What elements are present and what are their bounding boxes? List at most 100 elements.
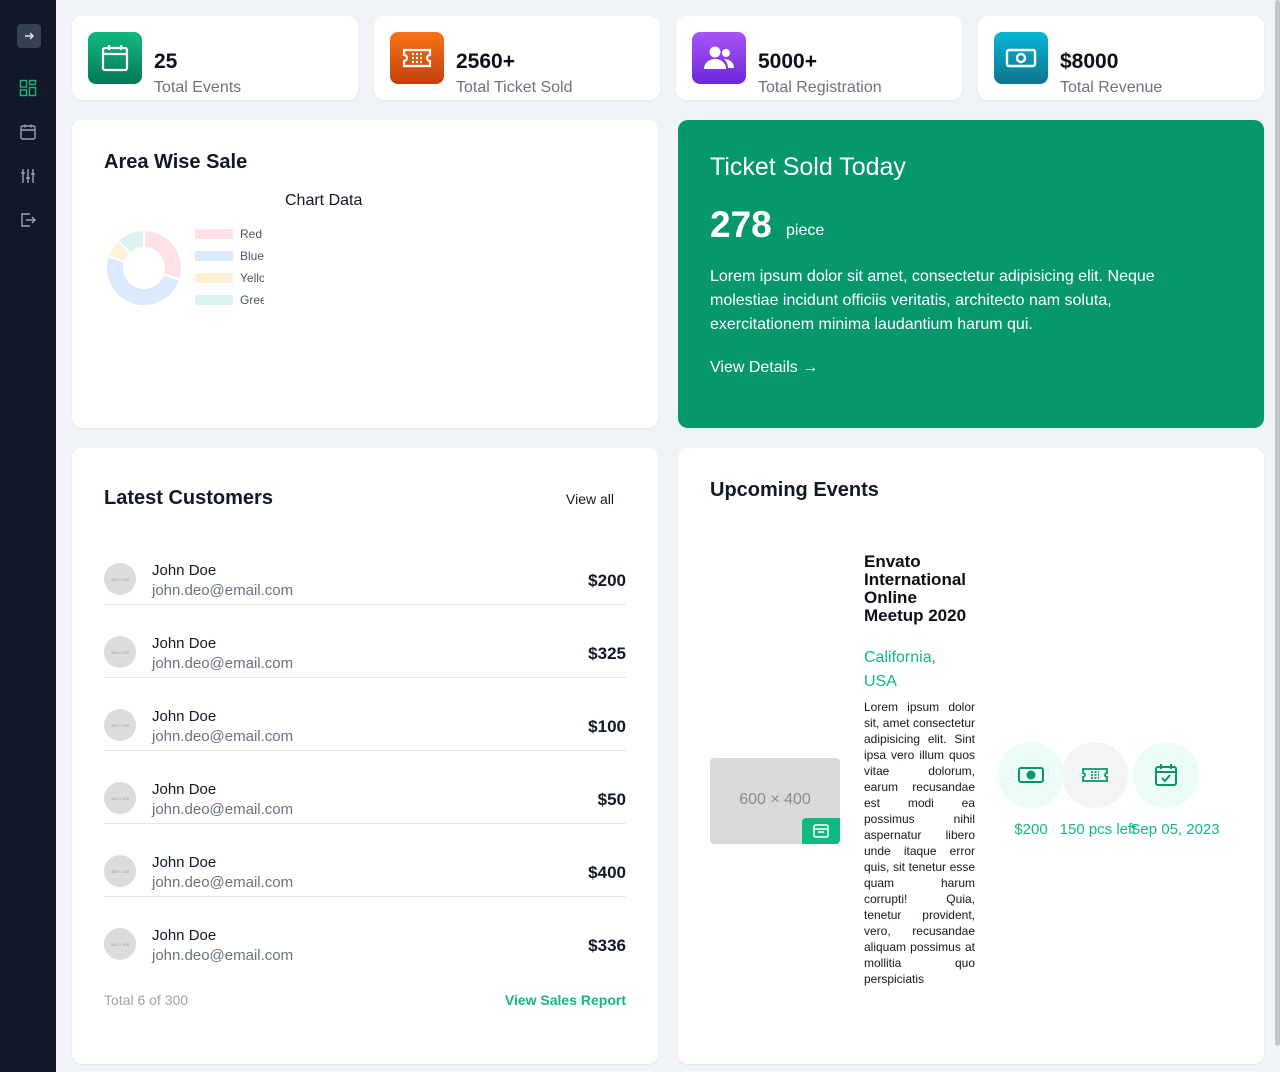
- sidebar-toggle-button[interactable]: [17, 24, 41, 48]
- legend-label: Yellow: [240, 271, 264, 285]
- customer-email: john.deo@email.com: [152, 582, 294, 599]
- calendar-check-icon: [1155, 764, 1177, 786]
- calendar-icon: [20, 124, 36, 140]
- legend-label: Green: [240, 293, 264, 307]
- customer-name: John Doe: [152, 708, 217, 725]
- stat-icon-box: [692, 32, 746, 84]
- calendar-icon: [813, 824, 829, 838]
- stat-value: 25: [154, 50, 178, 73]
- money-icon: [1018, 767, 1044, 783]
- latest-customers-title: Latest Customers: [104, 487, 273, 509]
- event-description: Lorem ipsum dolor sit, amet consectetur …: [864, 700, 975, 986]
- legend-item-blue[interactable]: Blue: [195, 249, 264, 263]
- donut-chart[interactable]: [104, 228, 184, 308]
- customer-name: John Doe: [152, 635, 217, 652]
- ticket-icon: [402, 48, 432, 68]
- pie-slice-red[interactable]: [143, 228, 183, 282]
- ticket-icon: [1082, 768, 1108, 782]
- today-title: Ticket Sold Today: [710, 153, 906, 181]
- avatar: 100 × 100: [104, 855, 136, 887]
- sliders-icon: [21, 169, 35, 183]
- avatar: 100 × 100: [104, 636, 136, 668]
- stat-label: Total Events: [154, 79, 242, 96]
- customer-name: John Doe: [152, 781, 217, 798]
- customer-row[interactable]: 100 × 100 John Doe john.deo@email.com $4…: [104, 824, 626, 897]
- event-date: Sep 05, 2023: [1130, 821, 1220, 838]
- stat-icon-box: [88, 32, 142, 84]
- calendar-icon: [101, 45, 129, 72]
- stat-value: 5000+: [758, 50, 817, 73]
- view-details-link[interactable]: View Details →: [710, 359, 818, 377]
- customer-amount: $400: [588, 863, 626, 882]
- chart-title: Chart Data: [285, 192, 363, 209]
- price-icon-circle: [998, 742, 1064, 808]
- customer-row[interactable]: 100 × 100 John Doe john.deo@email.com $5…: [104, 751, 626, 824]
- legend-swatch: [195, 273, 233, 283]
- event-location: California, USA: [864, 649, 937, 690]
- stat-value: $8000: [1060, 50, 1119, 73]
- legend-swatch: [195, 295, 233, 305]
- customer-row[interactable]: 100 × 100 John Doe john.deo@email.com $2…: [104, 532, 626, 605]
- stat-card-events: 25 Total Events: [72, 16, 358, 100]
- stat-value: 2560+: [456, 50, 515, 73]
- legend-item-red[interactable]: Red: [195, 227, 264, 241]
- view-sales-report-link[interactable]: View Sales Report: [505, 992, 626, 1008]
- customer-email: john.deo@email.com: [152, 655, 294, 672]
- customer-email: john.deo@email.com: [152, 801, 294, 818]
- avatar: 100 × 100: [104, 709, 136, 741]
- legend-item-green[interactable]: Green: [195, 293, 264, 307]
- event-title[interactable]: Envato International Online Meetup 2020: [864, 553, 976, 625]
- area-wise-sale-card: Area Wise Sale Chart Data Red Blue Yello…: [72, 120, 658, 428]
- stat-label: Total Ticket Sold: [456, 79, 573, 96]
- legend-swatch: [195, 251, 233, 261]
- stat-icon-box: [390, 32, 444, 84]
- stat-icon-box: [994, 32, 1048, 84]
- today-description: Lorem ipsum dolor sit amet, consectetur …: [710, 268, 1155, 333]
- area-wise-sale-title: Area Wise Sale: [104, 151, 248, 173]
- customer-row[interactable]: 100 × 100 John Doe john.deo@email.com $3…: [104, 605, 626, 678]
- sidebar-item-calendar[interactable]: [18, 122, 38, 142]
- customers-total-text: Total 6 of 300: [104, 992, 189, 1008]
- stat-card-registration: 5000+ Total Registration: [676, 16, 962, 100]
- latest-customers-card: Latest Customers View all 100 × 100 John…: [72, 448, 658, 1064]
- customer-amount: $200: [588, 571, 626, 590]
- today-unit: piece: [786, 222, 825, 239]
- view-all-link[interactable]: View all: [566, 491, 614, 507]
- sidebar-item-dashboard[interactable]: [18, 78, 38, 98]
- users-icon: [704, 46, 734, 69]
- avatar: 100 × 100: [104, 928, 136, 960]
- customer-email: john.deo@email.com: [152, 947, 294, 964]
- stat-card-tickets: 2560+ Total Ticket Sold: [374, 16, 660, 100]
- legend-label: Red: [240, 227, 263, 241]
- customer-row[interactable]: 100 × 100 John Doe john.deo@email.com $3…: [104, 897, 626, 970]
- customer-amount: $50: [597, 790, 626, 809]
- customer-name: John Doe: [152, 562, 217, 579]
- event-badge: [802, 818, 840, 844]
- logout-icon: [21, 213, 36, 227]
- sidebar-item-settings[interactable]: [18, 166, 38, 186]
- customer-email: john.deo@email.com: [152, 728, 294, 745]
- customer-amount: $325: [588, 644, 626, 663]
- ticket-sold-today-card: Ticket Sold Today 278 piece Lorem ipsum …: [678, 120, 1264, 428]
- upcoming-events-card: Upcoming Events 600 × 400 Envato Interna…: [678, 448, 1264, 1064]
- avatar: 100 × 100: [104, 782, 136, 814]
- stat-card-revenue: $8000 Total Revenue: [978, 16, 1264, 100]
- customer-amount: $100: [588, 717, 626, 736]
- customer-name: John Doe: [152, 854, 217, 871]
- stat-label: Total Registration: [758, 79, 882, 96]
- money-icon: [1005, 48, 1037, 68]
- page-scrollbar[interactable]: [1275, 0, 1280, 1046]
- today-value: 278: [710, 204, 772, 245]
- legend-label: Blue: [240, 249, 264, 263]
- tickets-icon-circle: [1062, 742, 1128, 808]
- event-image[interactable]: 600 × 400: [710, 758, 840, 844]
- avatar: 100 × 100: [104, 563, 136, 595]
- legend-swatch: [195, 229, 233, 239]
- image-placeholder-text: 600 × 400: [739, 791, 811, 808]
- legend-item-yellow[interactable]: Yellow: [195, 271, 264, 285]
- stat-label: Total Revenue: [1060, 79, 1163, 96]
- sidebar-item-logout[interactable]: [18, 210, 38, 230]
- upcoming-events-title: Upcoming Events: [710, 479, 879, 501]
- date-icon-circle: [1133, 742, 1199, 808]
- customer-row[interactable]: 100 × 100 John Doe john.deo@email.com $1…: [104, 678, 626, 751]
